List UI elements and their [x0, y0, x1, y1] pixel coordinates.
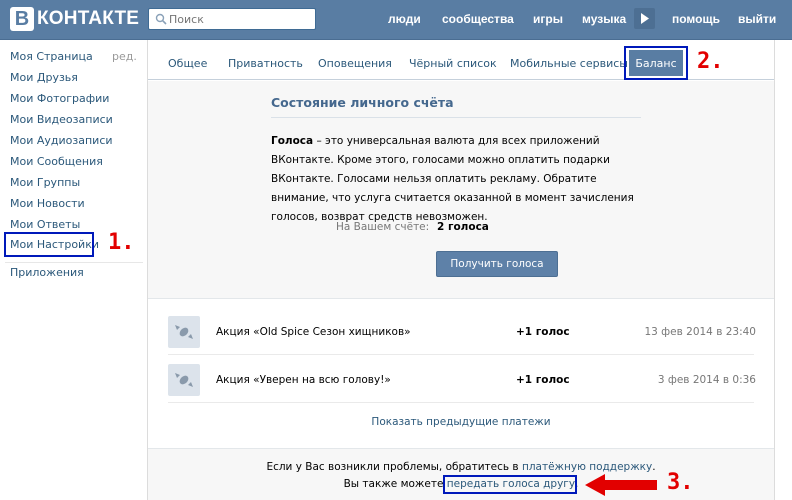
music-player-button[interactable] — [634, 8, 655, 29]
payment-date: 3 фев 2014 в 0:36 — [657, 374, 756, 386]
sidebar-item-my-page[interactable]: Моя Страница — [10, 50, 93, 63]
nav-communities[interactable]: сообщества — [442, 12, 514, 26]
top-header: В КОНТАКТЕ люди сообщества игры музыка п… — [0, 0, 792, 40]
candy-icon — [168, 364, 200, 396]
footer-text: . — [652, 461, 656, 473]
account-label: На Вашем счёте: — [336, 221, 430, 233]
sidebar-item-audio[interactable]: Мои Аудиозаписи — [10, 134, 113, 147]
footer-text: Если у Вас возникли проблемы, обратитесь… — [266, 461, 522, 473]
payment-amount: +1 голос — [516, 326, 570, 338]
balance-panel: Состояние личного счёта Голоса – это уни… — [148, 81, 774, 299]
nav-logout[interactable]: выйти — [738, 12, 776, 26]
row-separator — [168, 354, 754, 355]
sidebar-separator — [5, 262, 143, 263]
row-separator — [168, 402, 754, 403]
annotation-1: 1. — [108, 230, 135, 255]
payment-amount: +1 голос — [516, 374, 570, 386]
main-content: Общее Приватность Оповещения Чёрный спис… — [147, 40, 775, 500]
nav-games[interactable]: игры — [533, 12, 563, 26]
balance-tab-highlight-box — [624, 46, 688, 80]
balance-description: Голоса – это универсальная валюта для вс… — [271, 132, 647, 227]
payment-date: 13 фев 2014 в 23:40 — [644, 326, 756, 338]
nav-people[interactable]: люди — [388, 12, 421, 26]
show-previous-payments-link[interactable]: Показать предыдущие платежи — [148, 416, 774, 428]
tab-general[interactable]: Общее — [168, 57, 207, 70]
sidebar-item-groups[interactable]: Мои Группы — [10, 176, 80, 189]
search-box[interactable] — [148, 8, 316, 30]
payment-name: Акция «Уверен на всю голову!» — [216, 374, 391, 386]
search-input[interactable] — [169, 11, 309, 27]
get-votes-button[interactable]: Получить голоса — [436, 251, 558, 277]
settings-tabs: Общее Приватность Оповещения Чёрный спис… — [148, 40, 774, 80]
search-icon — [155, 13, 167, 25]
sidebar-item-answers[interactable]: Мои Ответы — [10, 218, 80, 231]
tab-blacklist[interactable]: Чёрный список — [409, 57, 497, 70]
vk-logo[interactable]: В КОНТАКТЕ — [10, 7, 139, 31]
sidebar-item-news[interactable]: Мои Новости — [10, 197, 85, 210]
footer-text: Вы также можете — [343, 478, 447, 490]
annotation-3: 3. — [667, 470, 694, 495]
payment-row: Акция «Old Spice Сезон хищников» +1 голо… — [148, 316, 774, 362]
description-text: – это универсальная валюта для всех прил… — [271, 135, 634, 223]
payment-support-link[interactable]: платёжную поддержку — [522, 461, 652, 473]
sidebar-item-friends[interactable]: Мои Друзья — [10, 71, 78, 84]
nav-music[interactable]: музыка — [582, 12, 626, 26]
tab-mobile-services[interactable]: Мобильные сервисы — [510, 57, 628, 70]
sidebar-edit-link[interactable]: ред. — [112, 50, 137, 63]
logo-letter: В — [10, 7, 34, 31]
red-arrow-icon — [585, 474, 657, 496]
sidebar-item-apps[interactable]: Приложения — [10, 266, 84, 279]
sidebar-item-videos[interactable]: Мои Видеозаписи — [10, 113, 113, 126]
play-icon — [641, 13, 649, 24]
description-bold: Голоса — [271, 135, 314, 147]
title-divider — [271, 117, 641, 118]
sidebar-item-messages[interactable]: Мои Сообщения — [10, 155, 103, 168]
account-value: 2 голоса — [437, 221, 489, 233]
tab-privacy[interactable]: Приватность — [228, 57, 303, 70]
payment-name: Акция «Old Spice Сезон хищников» — [216, 326, 411, 338]
annotation-2: 2. — [697, 49, 724, 74]
payment-row: Акция «Уверен на всю голову!» +1 голос 3… — [148, 364, 774, 410]
logo-text: КОНТАКТЕ — [37, 8, 140, 29]
balance-title: Состояние личного счёта — [271, 95, 454, 110]
sidebar-item-photos[interactable]: Мои Фотографии — [10, 92, 109, 105]
nav-help[interactable]: помощь — [672, 12, 720, 26]
left-sidebar: Моя Страница ред. Мои Друзья Мои Фотогра… — [0, 40, 146, 500]
tab-notifications[interactable]: Оповещения — [318, 57, 392, 70]
settings-highlight-box — [4, 232, 94, 257]
transfer-link-highlight-box — [443, 475, 577, 494]
candy-icon — [168, 316, 200, 348]
